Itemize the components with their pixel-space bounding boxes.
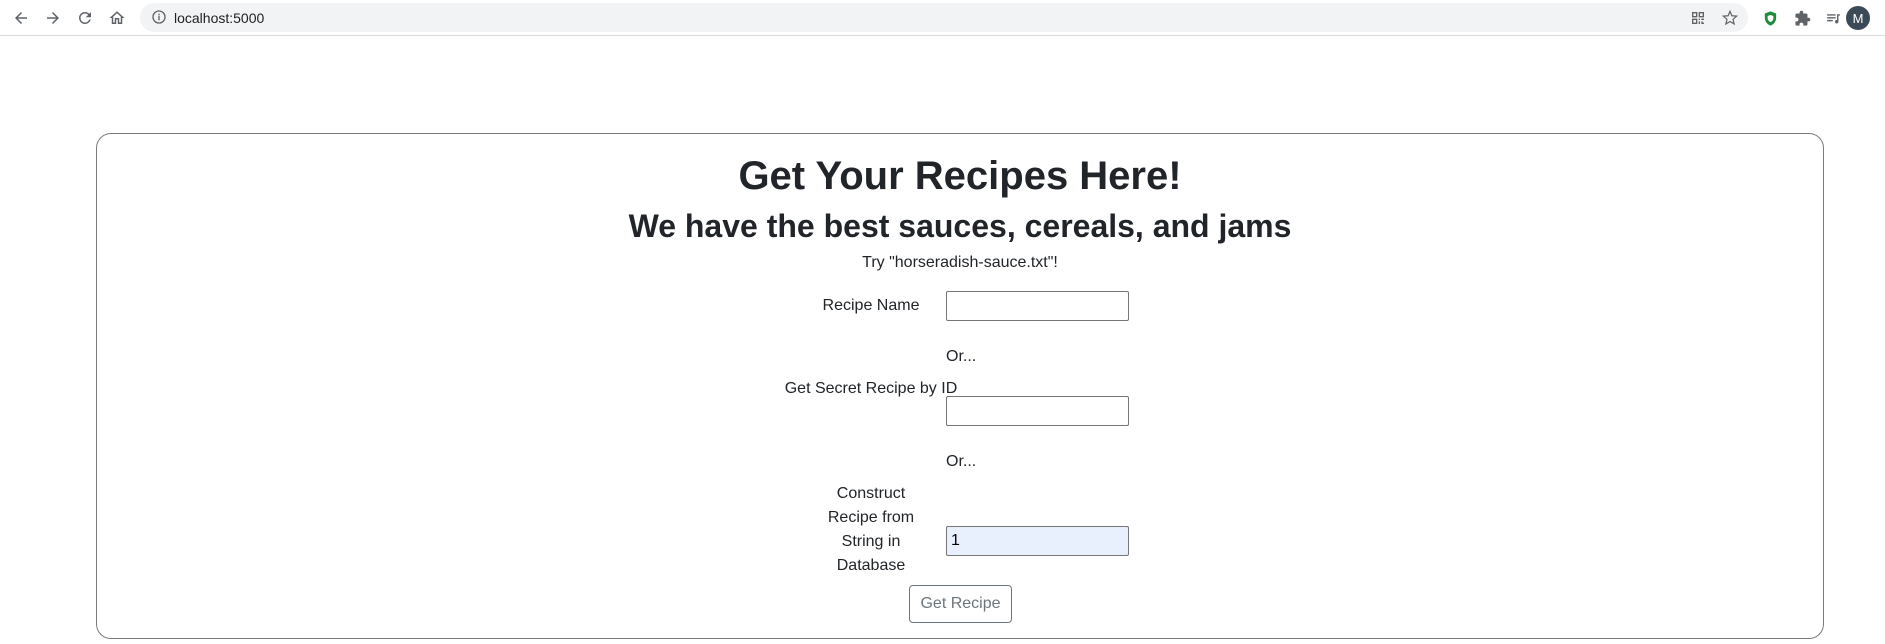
puzzle-extensions-icon[interactable] <box>1791 7 1813 29</box>
qr-code-icon[interactable] <box>1688 8 1708 28</box>
forward-icon[interactable] <box>41 6 65 30</box>
or-separator-1: Or... <box>946 348 977 365</box>
browser-toolbar: localhost:5000 M <box>0 0 1885 36</box>
profile-avatar[interactable]: M <box>1846 6 1870 30</box>
recipe-name-input[interactable] <box>946 291 1129 321</box>
secret-id-label: Get Secret Recipe by ID <box>784 380 958 397</box>
construct-recipe-label: Construct Recipe from String in Database <box>827 485 915 574</box>
construct-recipe-input[interactable] <box>946 526 1129 556</box>
secret-id-input[interactable] <box>946 396 1129 426</box>
or-separator-2: Or... <box>946 453 977 470</box>
reading-list-icon[interactable] <box>1822 7 1844 29</box>
address-bar[interactable]: localhost:5000 <box>140 3 1748 32</box>
bookmark-star-icon[interactable] <box>1720 8 1740 28</box>
page-title: Get Your Recipes Here! <box>738 154 1182 198</box>
recipe-card: Get Your Recipes Here! We have the best … <box>96 133 1824 639</box>
hint-text: Try "horseradish-sauce.txt"! <box>862 254 1058 271</box>
back-icon[interactable] <box>9 6 33 30</box>
recipe-name-label: Recipe Name <box>822 297 920 314</box>
site-info-icon[interactable] <box>151 9 167 25</box>
home-icon[interactable] <box>105 6 129 30</box>
page-subtitle: We have the best sauces, cereals, and ja… <box>628 208 1292 244</box>
url-text[interactable]: localhost:5000 <box>174 10 264 26</box>
reload-icon[interactable] <box>73 6 97 30</box>
get-recipe-button[interactable]: Get Recipe <box>909 585 1012 623</box>
shield-extension-icon[interactable] <box>1759 7 1781 29</box>
